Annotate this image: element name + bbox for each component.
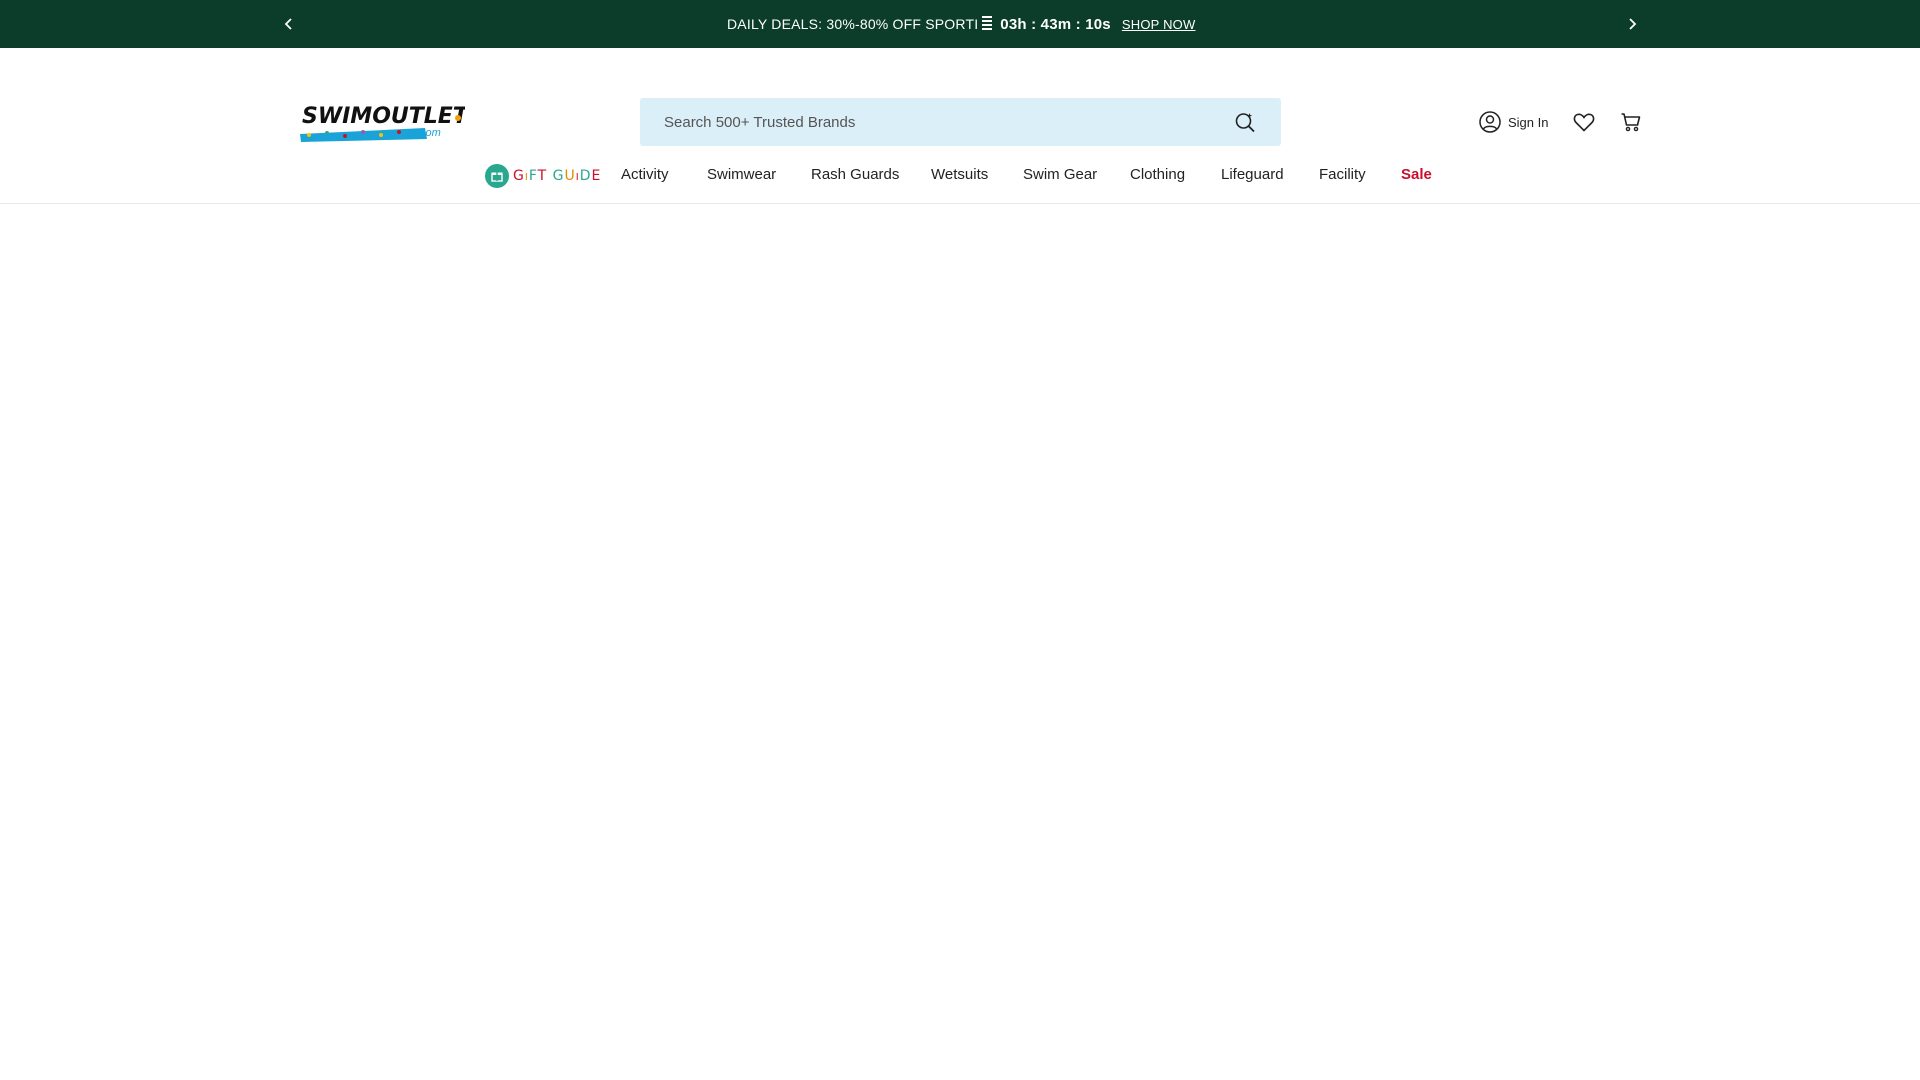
search-bar (640, 98, 1281, 146)
search-button[interactable] (1233, 110, 1257, 134)
nav-item-swimwear[interactable]: Swimwear (707, 166, 776, 183)
swimoutlet-logo[interactable]: SWIMOUTLET .com (297, 98, 465, 146)
promo-prev-button[interactable] (277, 12, 301, 36)
heart-icon (1573, 113, 1595, 132)
gift-char: T (537, 168, 548, 184)
gift-char: E (591, 168, 602, 184)
search-input[interactable] (664, 113, 1233, 131)
nav-item-activity[interactable]: Activity (621, 166, 669, 183)
chevron-left-icon (284, 18, 292, 30)
wishlist-button[interactable] (1572, 110, 1596, 134)
search-icon (1235, 113, 1255, 133)
nav-item-rash-guards[interactable]: Rash Guards (811, 166, 899, 183)
promo-text: DAILY DEALS: 30%-80% OFF SPORTI (727, 16, 979, 32)
sign-in-label: Sign In (1508, 114, 1549, 130)
sign-in-button[interactable]: Sign In (1478, 108, 1548, 136)
nav-item-swim-gear[interactable]: Swim Gear (1023, 166, 1097, 183)
gift-icon (485, 164, 509, 188)
main-nav: GiFT GUiDE Activity Swimwear Rash Guards… (0, 164, 1920, 188)
gift-char: G (513, 168, 525, 184)
gift-guide-label: GiFT GUiDE (513, 168, 601, 184)
nav-item-facility[interactable]: Facility (1319, 166, 1366, 183)
promo-bar: DAILY DEALS: 30%-80% OFF SPORTI 03h : 43… (0, 0, 1920, 48)
nav-item-sale[interactable]: Sale (1401, 166, 1432, 183)
svg-text:.com: .com (417, 127, 441, 139)
nav-item-gift-guide[interactable]: GiFT GUiDE (485, 164, 601, 188)
gift-char: F (528, 168, 538, 184)
promo-message: DAILY DEALS: 30%-80% OFF SPORTI 03h : 43… (727, 0, 1195, 48)
chevron-right-icon (1629, 18, 1637, 30)
user-icon (1479, 111, 1501, 133)
gift-char: U (564, 168, 576, 184)
countdown-timer: 03h : 43m : 10s (1000, 15, 1111, 33)
gift-char: G (552, 168, 565, 184)
nav-item-lifeguard[interactable]: Lifeguard (1221, 166, 1284, 183)
nav-item-clothing[interactable]: Clothing (1130, 166, 1185, 183)
shop-now-link[interactable]: SHOP NOW (1122, 17, 1196, 32)
promo-separator (982, 16, 993, 32)
cart-button[interactable] (1619, 110, 1643, 134)
gift-char: D (579, 168, 592, 184)
site-header: SWIMOUTLET .com Sign In (0, 48, 1920, 204)
cart-icon (1621, 113, 1641, 132)
svg-text:SWIMOUTLET: SWIMOUTLET (302, 104, 465, 129)
nav-item-wetsuits[interactable]: Wetsuits (931, 166, 988, 183)
promo-next-button[interactable] (1620, 12, 1644, 36)
